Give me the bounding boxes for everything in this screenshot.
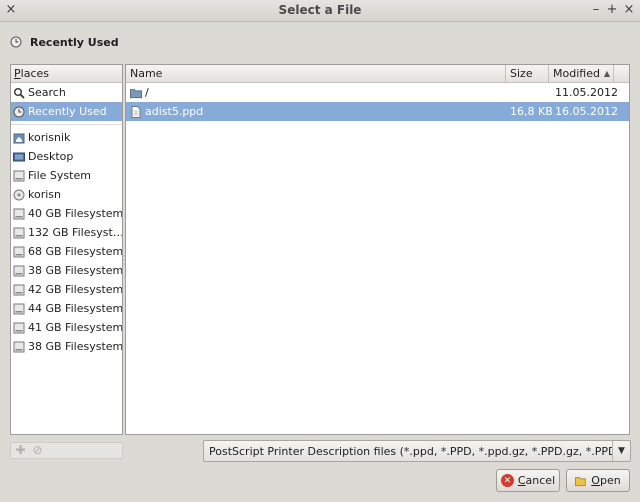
- places-buttons: ✚ ⊘: [10, 442, 123, 459]
- file-list-header: Name Size Modified ▲: [126, 64, 629, 83]
- cancel-button[interactable]: ✕ Cancel: [496, 469, 560, 492]
- sidebar-item-38gb-2[interactable]: 38 GB Filesystem: [11, 337, 122, 356]
- sidebar-item-label: 41 GB Filesystem: [28, 321, 122, 334]
- column-header-modified[interactable]: Modified ▲: [549, 64, 614, 83]
- drive-icon: [13, 265, 25, 277]
- sidebar-item-label: 40 GB Filesystem: [28, 207, 122, 220]
- drive-icon: [13, 208, 25, 220]
- file-name: adist5.ppd: [145, 105, 204, 118]
- search-icon: [13, 87, 25, 99]
- sidebar-item-label: Desktop: [28, 150, 74, 163]
- remove-bookmark-icon[interactable]: ⊘: [31, 444, 44, 457]
- chevron-down-icon: ▼: [612, 441, 630, 461]
- folder-icon: [130, 87, 142, 99]
- file-list: Name Size Modified ▲ / 11.05.2012 adist5…: [125, 64, 630, 435]
- drive-icon: [13, 227, 25, 239]
- column-header-modified-label: Modified: [553, 66, 600, 80]
- table-row[interactable]: adist5.ppd 16,8 KB 16.05.2012: [126, 102, 629, 121]
- minimize-window-icon[interactable]: –: [589, 2, 603, 18]
- clock-icon: [13, 106, 25, 118]
- sidebar-item-38gb[interactable]: 38 GB Filesystem: [11, 261, 122, 280]
- drive-icon: [13, 170, 25, 182]
- drive-icon: [13, 246, 25, 258]
- places-pane: Places Search Recently Used korisnik Des…: [10, 64, 123, 435]
- places-header-label: Places: [14, 67, 49, 80]
- file-size: 16,8 KB: [510, 105, 553, 118]
- desktop-icon: [13, 151, 25, 163]
- sidebar-item-file-system[interactable]: File System: [11, 166, 122, 185]
- sidebar-item-label: Recently Used: [28, 105, 107, 118]
- sidebar-item-42gb[interactable]: 42 GB Filesystem: [11, 280, 122, 299]
- sidebar-item-korisn[interactable]: korisn: [11, 185, 122, 204]
- sidebar-item-label: 44 GB Filesystem: [28, 302, 122, 315]
- sidebar-item-label: 132 GB Filesyst…: [28, 226, 122, 239]
- drive-icon: [13, 322, 25, 334]
- sidebar-item-132gb[interactable]: 132 GB Filesyst…: [11, 223, 122, 242]
- drive-icon: [13, 303, 25, 315]
- file-type-filter-value: PostScript Printer Description files (*.…: [209, 444, 612, 458]
- open-button-label: Open: [591, 474, 621, 487]
- sidebar-item-search[interactable]: Search: [11, 83, 122, 102]
- column-header-name[interactable]: Name: [126, 64, 506, 83]
- sidebar-item-desktop[interactable]: Desktop: [11, 147, 122, 166]
- sidebar-item-label: 42 GB Filesystem: [28, 283, 122, 296]
- drive-icon: [13, 189, 25, 201]
- location-label: Recently Used: [30, 35, 119, 49]
- file-type-filter[interactable]: PostScript Printer Description files (*.…: [203, 440, 631, 462]
- sidebar-item-label: korisn: [28, 188, 61, 201]
- places-divider: [11, 121, 122, 125]
- table-row[interactable]: / 11.05.2012: [126, 83, 629, 102]
- add-bookmark-icon[interactable]: ✚: [14, 444, 27, 457]
- sidebar-item-40gb[interactable]: 40 GB Filesystem: [11, 204, 122, 223]
- title-bar: × Select a File – + ×: [0, 0, 640, 22]
- sidebar-item-label: korisnik: [28, 131, 71, 144]
- sidebar-item-label: File System: [28, 169, 91, 182]
- open-button[interactable]: Open: [566, 469, 630, 492]
- cancel-button-label: Cancel: [517, 474, 556, 487]
- sidebar-item-68gb[interactable]: 68 GB Filesystem: [11, 242, 122, 261]
- file-modified: 11.05.2012: [555, 86, 618, 99]
- column-header-size[interactable]: Size: [506, 64, 549, 83]
- drive-icon: [13, 284, 25, 296]
- sidebar-item-41gb[interactable]: 41 GB Filesystem: [11, 318, 122, 337]
- sidebar-item-recently-used[interactable]: Recently Used: [11, 102, 122, 121]
- sidebar-item-44gb[interactable]: 44 GB Filesystem: [11, 299, 122, 318]
- sidebar-item-korisnik[interactable]: korisnik: [11, 128, 122, 147]
- window-title: Select a File: [278, 3, 362, 17]
- sidebar-item-label: 38 GB Filesystem: [28, 340, 122, 353]
- home-folder-icon: [13, 132, 25, 144]
- open-folder-icon: [575, 475, 587, 487]
- sidebar-item-label: Search: [28, 86, 66, 99]
- sidebar-item-label: 68 GB Filesystem: [28, 245, 122, 258]
- file-modified: 16.05.2012: [555, 105, 618, 118]
- location-bar: Recently Used: [10, 33, 119, 51]
- close-window-right-icon[interactable]: ×: [622, 2, 636, 18]
- places-header[interactable]: Places: [11, 65, 122, 83]
- sort-arrow-icon: ▲: [603, 68, 610, 78]
- maximize-window-icon[interactable]: +: [605, 2, 619, 18]
- drive-icon: [13, 341, 25, 353]
- sidebar-item-label: 38 GB Filesystem: [28, 264, 122, 277]
- cancel-icon: ✕: [500, 474, 514, 487]
- file-icon: [130, 105, 142, 118]
- file-name: /: [145, 86, 149, 99]
- clock-icon: [10, 36, 22, 48]
